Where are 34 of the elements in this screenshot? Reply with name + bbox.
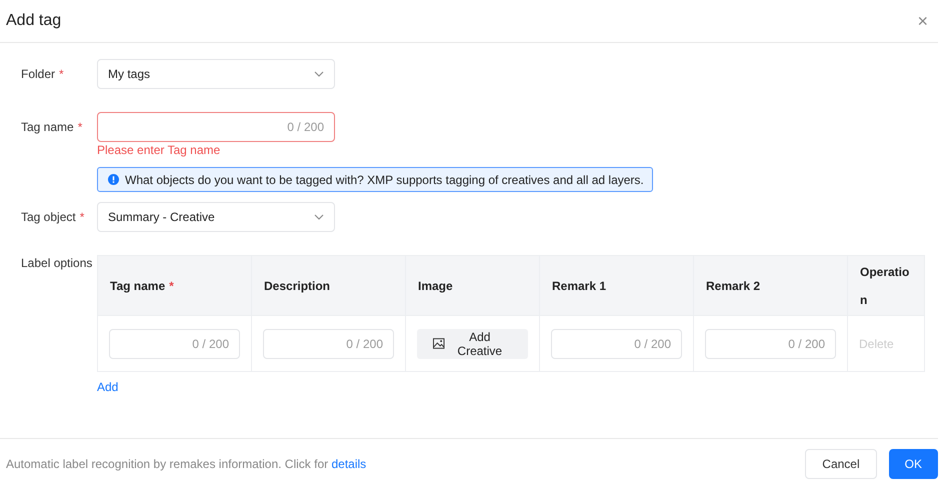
column-header: Tag name * [98, 256, 252, 316]
cancel-button[interactable]: Cancel [805, 449, 877, 479]
column-header: Remark 1 [540, 256, 694, 316]
select-field[interactable]: My tags [97, 59, 335, 89]
required-mark: * [59, 67, 64, 81]
image-icon [433, 338, 444, 349]
text-field[interactable]: 0 / 200 [97, 112, 335, 142]
footer-note: Automatic label recognition by remakes information. Click for details [6, 457, 366, 471]
text-field[interactable]: 0 / 200 [705, 328, 836, 358]
required-mark: * [80, 210, 84, 224]
column-header: Remark 2 [694, 256, 848, 316]
text-field[interactable]: 0 / 200 [263, 328, 394, 358]
close-button[interactable]: × [913, 10, 932, 32]
chevron-down-icon [314, 214, 324, 220]
text-field[interactable]: 0 / 200 [551, 328, 682, 358]
add-link[interactable]: Add [97, 380, 118, 394]
field-label: Label options [21, 256, 92, 270]
field-label: Tag object [21, 210, 76, 224]
select-field[interactable]: Summary - Creative [97, 202, 335, 232]
info-icon [108, 174, 119, 185]
column-header: Description [252, 256, 406, 316]
column-header: Image [406, 256, 540, 316]
column-header: Operation [848, 256, 924, 316]
add-creative-button[interactable]: Add Creative [417, 328, 528, 358]
dialog-title: Add tag [6, 12, 62, 30]
chevron-down-icon [314, 71, 324, 77]
required-mark: * [78, 120, 82, 134]
field-label: Tag name [21, 120, 74, 134]
text-field[interactable]: 0 / 200 [109, 328, 240, 358]
error-message: Please enter Tag name [97, 143, 222, 157]
details-link[interactable]: details [331, 457, 366, 471]
field-label: Folder [21, 67, 56, 81]
notice-text: What objects do you want to be tagged with? XMP supports tagging of creatives and all ad layers. [125, 172, 644, 186]
ok-button[interactable]: OK [888, 449, 938, 479]
